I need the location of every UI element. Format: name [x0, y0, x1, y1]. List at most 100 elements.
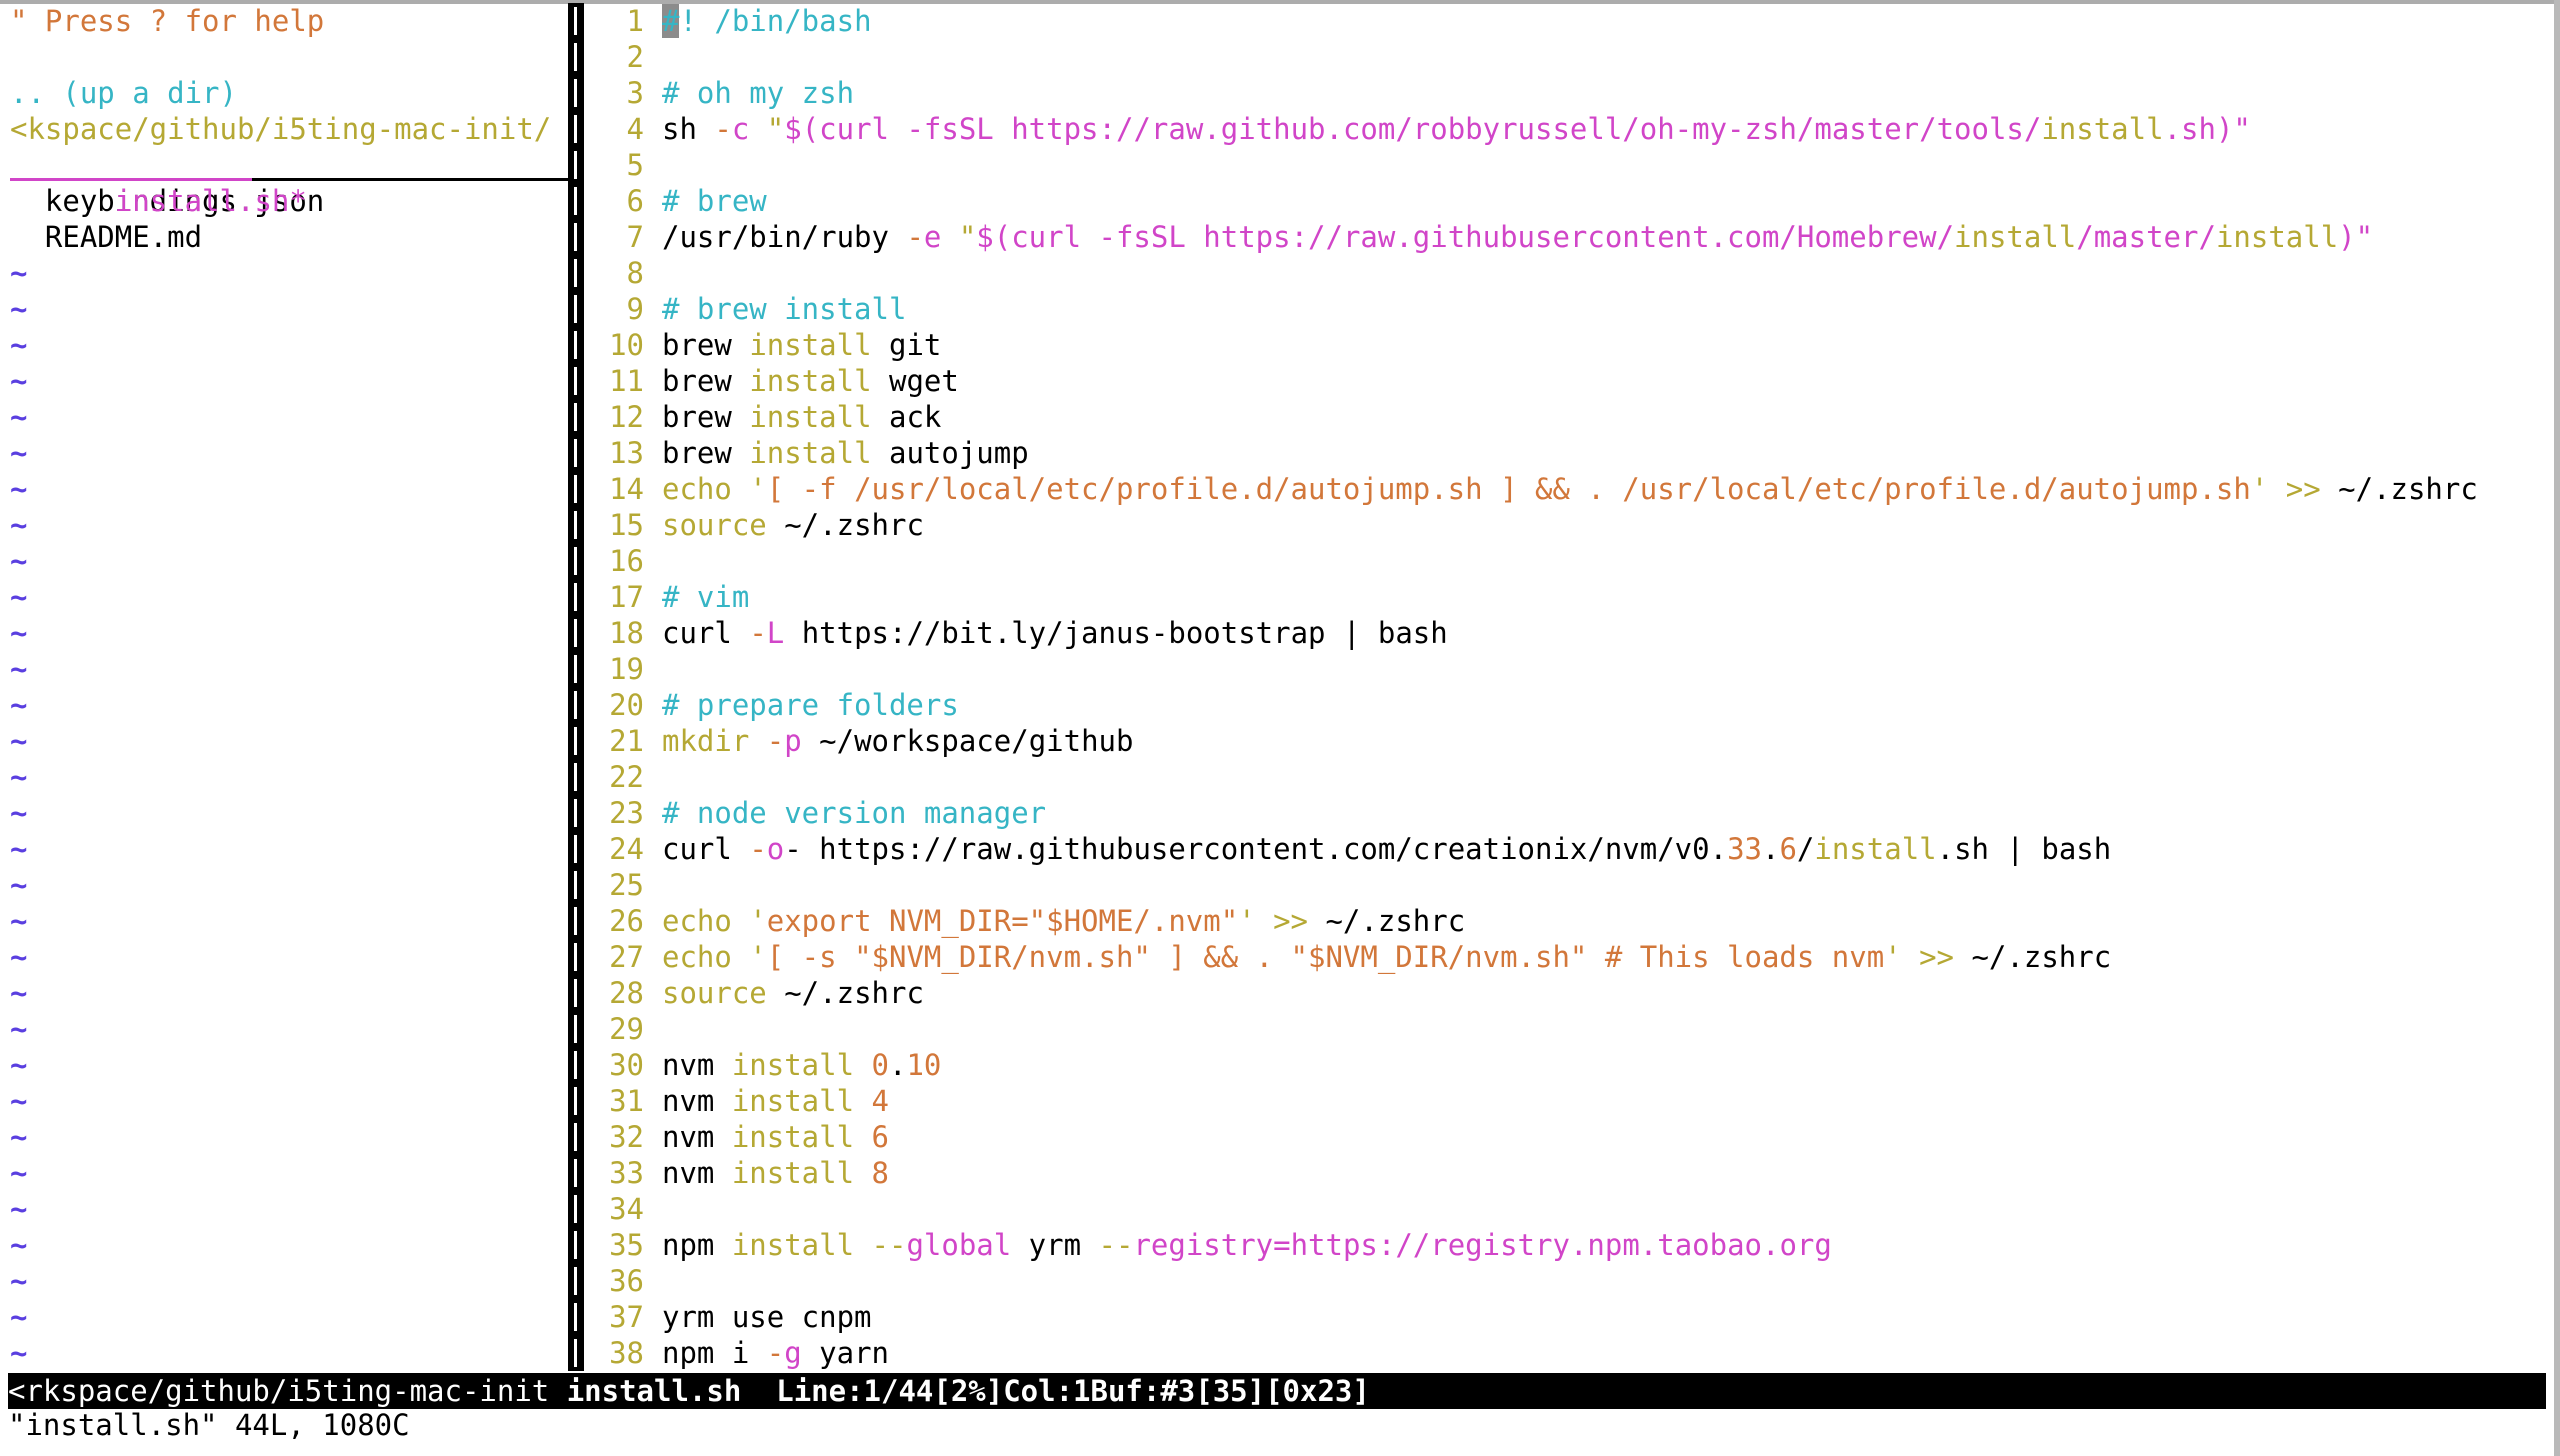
status-line: <rkspace/github/i5ting-mac-init install.…	[8, 1373, 2546, 1409]
code-token: g	[784, 1336, 802, 1370]
code-line[interactable]: 22	[590, 759, 2550, 795]
tilde-filler: ~	[10, 1084, 28, 1118]
line-number: 16	[609, 544, 644, 578]
code-token: -	[749, 832, 767, 866]
code-token: registry=https://registry.npm.taobao.org	[1133, 1228, 1832, 1262]
code-token: echo '	[662, 472, 767, 506]
code-token: export NVM_DIR="$HOME/.nvm"	[766, 904, 1239, 938]
code-line[interactable]: 9 # brew install	[590, 291, 2550, 327]
line-number: 10	[609, 328, 644, 362]
tree-entry-install-sh[interactable]: install.sh*	[10, 147, 568, 218]
code-token: install	[731, 1228, 855, 1262]
command-line[interactable]: "install.sh" 44L, 1080C	[8, 1407, 410, 1443]
line-number: 29	[609, 1012, 644, 1046]
code-line[interactable]: 1 #! /bin/bash	[590, 3, 2550, 39]
code-token: ~/.zshrc	[1308, 904, 1466, 938]
nerdtree-panel[interactable]: " Press ? for help .. (up a dir) <kspace…	[10, 3, 568, 1371]
code-line[interactable]: 8	[590, 255, 2550, 291]
code-line[interactable]: 28 source ~/.zshrc	[590, 975, 2550, 1011]
code-token: ' >>	[1884, 940, 1955, 974]
code-token: $(curl -fsSL https://raw.githubuserconte…	[976, 220, 1955, 254]
tilde-filler: ~	[10, 688, 28, 722]
code-line[interactable]: 26 echo 'export NVM_DIR="$HOME/.nvm"' >> …	[590, 903, 2550, 939]
line-number: 26	[609, 904, 644, 938]
separator-glyph	[574, 1123, 577, 1151]
line-number: 12	[609, 400, 644, 434]
separator-glyph	[574, 619, 577, 647]
line-number: 2	[626, 40, 644, 74]
separator-glyph	[574, 331, 577, 359]
code-line[interactable]: 29	[590, 1011, 2550, 1047]
code-token: install	[2041, 112, 2164, 146]
separator-glyph	[574, 1087, 577, 1115]
line-number: 3	[626, 76, 644, 110]
code-line[interactable]: 21 mkdir -p ~/workspace/github	[590, 723, 2550, 759]
code-line[interactable]: 14 echo '[ -f /usr/local/etc/profile.d/au…	[590, 471, 2550, 507]
code-token: 6	[871, 1120, 889, 1154]
up-dir-link[interactable]: .. (up a dir)	[10, 75, 568, 111]
code-line[interactable]: 33 nvm install 8	[590, 1155, 2550, 1191]
code-line[interactable]: 23 # node version manager	[590, 795, 2550, 831]
line-number: 24	[609, 832, 644, 866]
code-line[interactable]: 4 sh -c "$(curl -fsSL https://raw.github.…	[590, 111, 2550, 147]
separator-glyph	[574, 1339, 577, 1367]
code-line[interactable]: 19	[590, 651, 2550, 687]
tilde-filler: ~	[10, 796, 28, 830]
code-token: # node version manager	[662, 796, 1047, 830]
code-line[interactable]: 36	[590, 1263, 2550, 1299]
separator-glyph	[574, 583, 577, 611]
code-line[interactable]: 5	[590, 147, 2550, 183]
tilde-filler: ~	[10, 832, 28, 866]
code-line[interactable]: 17 # vim	[590, 579, 2550, 615]
code-token: --	[1098, 1228, 1134, 1262]
tilde-filler: ~	[10, 1048, 28, 1082]
code-line[interactable]: 38 npm i -g yarn	[590, 1335, 2550, 1371]
code-token: install	[1954, 220, 2077, 254]
separator-glyph	[574, 43, 577, 71]
code-token: -	[906, 220, 924, 254]
code-token: .	[889, 1048, 907, 1082]
tree-entry-readme-md[interactable]: README.md	[10, 219, 568, 255]
line-number: 18	[609, 616, 644, 650]
vertical-split-separator[interactable]	[568, 3, 584, 1371]
current-directory[interactable]: <kspace/github/i5ting-mac-init/	[10, 111, 568, 147]
code-token: 33	[1727, 832, 1762, 866]
code-line[interactable]: 27 echo '[ -s "$NVM_DIR/nvm.sh" ] && . "$…	[590, 939, 2550, 975]
tilde-filler: ~	[10, 1228, 28, 1262]
code-line[interactable]: 15 source ~/.zshrc	[590, 507, 2550, 543]
code-line[interactable]: 10 brew install git	[590, 327, 2550, 363]
code-token: # vim	[662, 580, 750, 614]
code-line[interactable]: 16	[590, 543, 2550, 579]
code-line[interactable]: 6 # brew	[590, 183, 2550, 219]
code-line[interactable]: 7/usr/bin/ruby -e "$(curl -fsSL https://…	[590, 219, 2550, 255]
line-number: 22	[609, 760, 644, 794]
code-line[interactable]: 24 curl -o- https://raw.githubusercontent…	[590, 831, 2550, 867]
code-line[interactable]: 35 npm install --global yrm --registry=ht…	[590, 1227, 2550, 1263]
separator-glyph	[574, 187, 577, 215]
code-line[interactable]: 34	[590, 1191, 2550, 1227]
code-line[interactable]: 3 # oh my zsh	[590, 75, 2550, 111]
tilde-filler: ~	[10, 436, 28, 470]
tilde-filler: ~	[10, 724, 28, 758]
code-line[interactable]: 25	[590, 867, 2550, 903]
code-line[interactable]: 30 nvm install 0.10	[590, 1047, 2550, 1083]
code-line[interactable]: 32 nvm install 6	[590, 1119, 2550, 1155]
code-line[interactable]: 37 yrm use cnpm	[590, 1299, 2550, 1335]
code-token: brew	[662, 364, 750, 398]
tilde-filler: ~	[10, 580, 28, 614]
code-token: -	[766, 1336, 785, 1370]
code-line[interactable]: 20 # prepare folders	[590, 687, 2550, 723]
code-line[interactable]: 13 brew install autojump	[590, 435, 2550, 471]
separator-glyph	[574, 799, 577, 827]
code-line[interactable]: 18 curl -L https://bit.ly/janus-bootstrap…	[590, 615, 2550, 651]
code-line[interactable]: 11 brew install wget	[590, 363, 2550, 399]
code-token: ack	[871, 400, 942, 434]
code-token: nvm	[662, 1120, 732, 1154]
editor-buffer[interactable]: 1 #! /bin/bash 2 3 # oh my zsh 4 sh -c "$(curl…	[590, 3, 2550, 1371]
code-line[interactable]: 12 brew install ack	[590, 399, 2550, 435]
line-number: 38	[609, 1336, 644, 1370]
code-line[interactable]: 31 nvm install 4	[590, 1083, 2550, 1119]
code-line[interactable]: 2	[590, 39, 2550, 75]
separator-glyph	[574, 1267, 577, 1295]
